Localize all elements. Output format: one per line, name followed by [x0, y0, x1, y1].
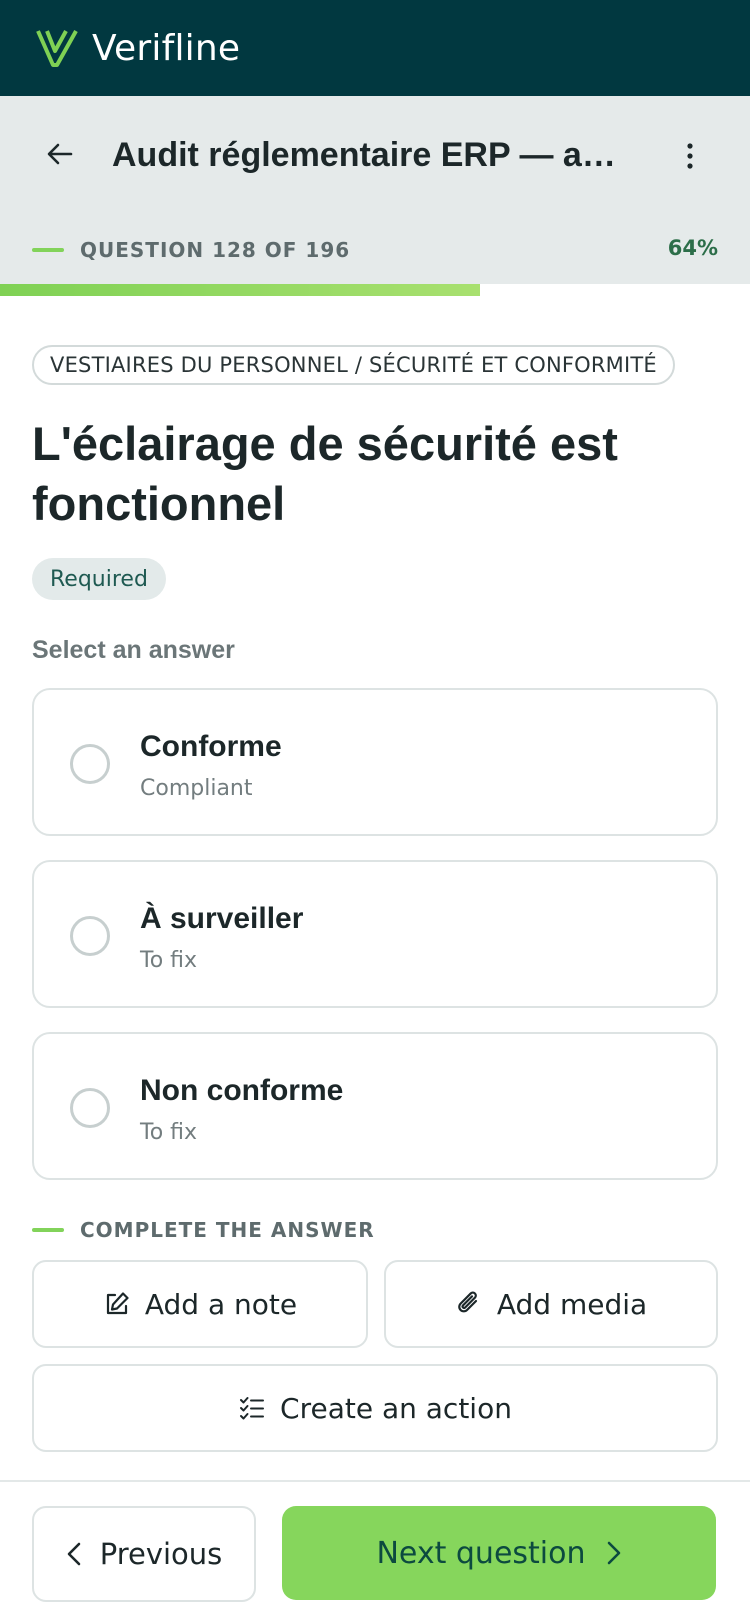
question-counter: QUESTION 128 OF 196 [32, 238, 350, 262]
previous-button[interactable]: Previous [32, 1506, 256, 1602]
add-note-button[interactable]: Add a note [32, 1260, 368, 1348]
required-badge: Required [32, 558, 166, 600]
add-media-label: Add media [496, 1287, 648, 1321]
option-title: Non conforme [140, 1074, 344, 1107]
next-question-label: Next question [376, 1535, 586, 1571]
complete-answer-section-label: COMPLETE THE ANSWER [32, 1218, 375, 1242]
paperclip-icon [458, 1291, 477, 1313]
chevron-left-icon [67, 1542, 81, 1566]
complete-answer-text: COMPLETE THE ANSWER [80, 1218, 375, 1242]
progress-fill [0, 284, 480, 296]
category-chip: VESTIAIRES DU PERSONNEL / SÉCURITÉ ET CO… [32, 345, 675, 385]
option-subtitle: Compliant [140, 776, 253, 801]
option-subtitle: To fix [140, 1120, 198, 1145]
checklist-icon [240, 1397, 265, 1420]
back-button[interactable] [36, 130, 84, 178]
option-title: À surveiller [140, 902, 304, 935]
option-title: Conforme [140, 730, 282, 763]
previous-label: Previous [99, 1537, 223, 1571]
brand-bar: Verifline [0, 0, 750, 96]
chevron-right-icon [607, 1541, 620, 1565]
progress-bar [0, 284, 750, 296]
select-answer-label: Select an answer [32, 636, 235, 664]
create-action-label: Create an action [280, 1391, 512, 1425]
footer-navigation: Previous Next question [0, 1480, 750, 1624]
answer-option-conforme[interactable]: Conforme Compliant [32, 688, 718, 836]
edit-note-icon [106, 1292, 129, 1315]
brand-name: Verifline [92, 27, 241, 69]
accent-dash [32, 248, 64, 252]
create-action-button[interactable]: Create an action [32, 1364, 718, 1452]
radio-button[interactable] [70, 916, 110, 956]
page-title: Audit réglementaire ERP — ann... [112, 136, 632, 174]
more-options-button[interactable] [666, 132, 714, 180]
answer-option-non-conforme[interactable]: Non conforme To fix [32, 1032, 718, 1180]
add-media-button[interactable]: Add media [384, 1260, 718, 1348]
answer-option-a-surveiller[interactable]: À surveiller To fix [32, 860, 718, 1008]
question-counter-text: QUESTION 128 OF 196 [80, 238, 351, 262]
arrow-left-icon [47, 143, 73, 165]
top-app-bar: Audit réglementaire ERP — ann... QUESTIO… [0, 96, 750, 284]
accent-dash [32, 1228, 64, 1232]
verifline-logo-icon [36, 30, 78, 67]
question-title: L'éclairage de sécurité est fonctionnel [32, 417, 618, 530]
radio-button[interactable] [70, 744, 110, 784]
add-note-label: Add a note [144, 1287, 298, 1321]
progress-percent: 64% [667, 236, 718, 260]
more-vertical-icon [687, 143, 693, 169]
option-subtitle: To fix [140, 948, 198, 973]
radio-button[interactable] [70, 1088, 110, 1128]
next-question-button[interactable]: Next question [282, 1506, 716, 1600]
